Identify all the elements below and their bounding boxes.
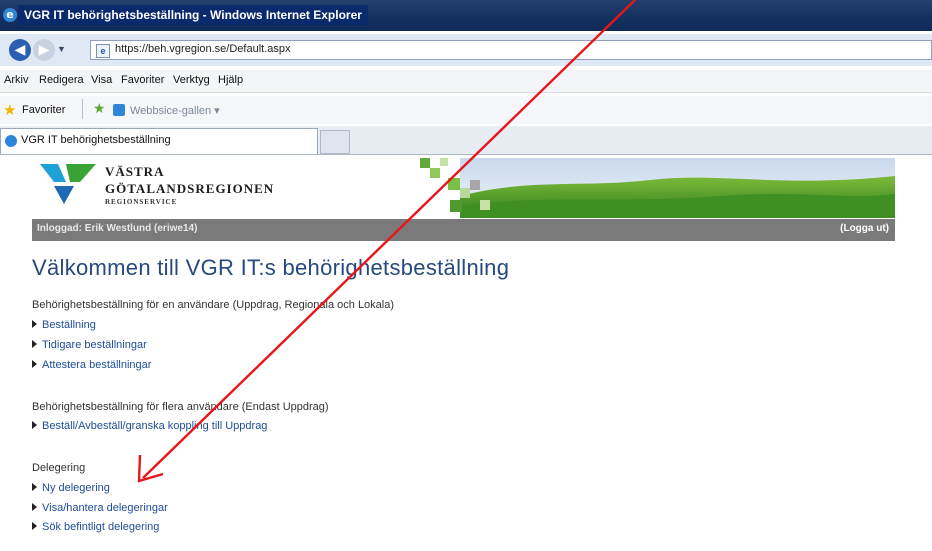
- section-heading-multi-user: Behörighetsbeställning för flera använda…: [32, 401, 329, 413]
- window-title: VGR IT behörighetsbeställning - Windows …: [18, 5, 368, 25]
- bullet-arrow-icon: [32, 340, 37, 348]
- link-tidigare-bestallningar[interactable]: Tidigare beställningar: [32, 339, 147, 351]
- menu-favoriter[interactable]: Favoriter: [121, 74, 164, 86]
- menu-visa[interactable]: Visa: [91, 74, 112, 86]
- back-button[interactable]: ◀: [9, 39, 31, 61]
- link-label[interactable]: Beställ/Avbeställ/granska koppling till …: [42, 420, 267, 432]
- menu-arkiv[interactable]: Arkiv: [4, 74, 28, 86]
- link-attestera-bestallningar[interactable]: Attestera beställningar: [32, 359, 151, 371]
- add-favorite-icon[interactable]: ★: [93, 101, 106, 117]
- tab-ie-icon: [5, 135, 17, 147]
- favorites-button[interactable]: Favoriter: [22, 104, 65, 116]
- favorites-separator: [82, 99, 83, 119]
- favorites-star-icon[interactable]: ★: [3, 101, 16, 119]
- link-label[interactable]: Attestera beställningar: [42, 359, 151, 371]
- logo-text-vastra: VÄSTRA: [105, 164, 165, 179]
- section-heading-single-user: Behörighetsbeställning för en användare …: [32, 299, 395, 311]
- history-dropdown-icon[interactable]: ▼: [57, 44, 66, 54]
- link-label[interactable]: Tidigare beställningar: [42, 339, 147, 351]
- vgr-logo-icon: [40, 164, 96, 204]
- link-label[interactable]: Visa/hantera delegeringar: [42, 502, 168, 514]
- new-tab-button[interactable]: [320, 130, 350, 154]
- url-field[interactable]: e https://beh.vgregion.se/Default.aspx: [90, 40, 932, 60]
- link-bestallning[interactable]: Beställning: [32, 319, 96, 331]
- section-heading-delegering: Delegering: [32, 462, 86, 474]
- internet-explorer-icon: e: [3, 8, 17, 22]
- url-text[interactable]: https://beh.vgregion.se/Default.aspx: [115, 43, 291, 55]
- window-title-bar: e VGR IT behörighetsbeställning - Window…: [0, 0, 932, 31]
- menu-redigera[interactable]: Redigera: [39, 74, 84, 86]
- link-label[interactable]: Beställning: [42, 319, 96, 331]
- web-slice-icon: [113, 104, 125, 116]
- page-favicon-icon: e: [96, 44, 110, 58]
- menu-bar: Arkiv Redigera Visa Favoriter Verktyg Hj…: [0, 70, 932, 93]
- logged-in-user: Inloggad: Erik Westlund (eriwe14): [37, 223, 198, 234]
- link-visa-hantera-delegeringar[interactable]: Visa/hantera delegeringar: [32, 502, 168, 514]
- tab-title: VGR IT behörighetsbeställning: [21, 134, 171, 146]
- bullet-arrow-icon: [32, 503, 37, 511]
- bullet-arrow-icon: [32, 320, 37, 328]
- logo-text-gotalandsregionen: GÖTALANDSREGIONEN: [105, 181, 275, 196]
- bullet-arrow-icon: [32, 522, 37, 530]
- browser-tab[interactable]: VGR IT behörighetsbeställning: [0, 128, 318, 154]
- bullet-arrow-icon: [32, 421, 37, 429]
- menu-hjalp[interactable]: Hjälp: [218, 74, 243, 86]
- bullet-arrow-icon: [32, 483, 37, 491]
- link-bestall-avbestall-granska[interactable]: Beställ/Avbeställ/granska koppling till …: [32, 420, 267, 432]
- logo-text-regionservice: REGIONSERVICE: [105, 198, 178, 206]
- user-status-bar: Inloggad: Erik Westlund (eriwe14) (Logga…: [32, 219, 895, 241]
- link-sok-befintligt-delegering[interactable]: Sök befintligt delegering: [32, 521, 159, 533]
- logout-link[interactable]: (Logga ut): [840, 223, 889, 234]
- link-label[interactable]: Sök befintligt delegering: [42, 521, 159, 533]
- link-label[interactable]: Ny delegering: [42, 482, 110, 494]
- forward-button[interactable]: ▶: [33, 39, 55, 61]
- web-slice-gallery-link[interactable]: Webbsice-gallen ▾: [130, 104, 220, 117]
- page-title: Välkommen till VGR IT:s behörighetsbestä…: [32, 255, 510, 280]
- landscape-banner: [420, 158, 895, 218]
- link-ny-delegering[interactable]: Ny delegering: [32, 482, 110, 494]
- bullet-arrow-icon: [32, 360, 37, 368]
- menu-verktyg[interactable]: Verktyg: [173, 74, 210, 86]
